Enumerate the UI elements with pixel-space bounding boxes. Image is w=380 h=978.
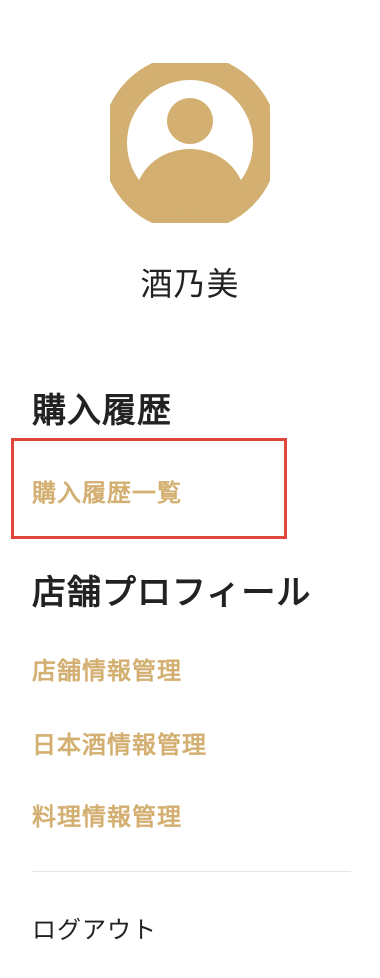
sake-info-management-link[interactable]: 日本酒情報管理 <box>32 729 207 761</box>
divider <box>32 871 351 872</box>
section-heading-store-profile: 店舗プロフィール <box>32 573 312 613</box>
highlight-box <box>11 438 287 539</box>
store-info-management-link[interactable]: 店舗情報管理 <box>32 655 182 687</box>
section-heading-purchase-history: 購入履歴 <box>32 391 172 431</box>
user-name: 酒乃美 <box>140 265 240 303</box>
logout-link[interactable]: ログアウト <box>32 913 157 947</box>
dish-info-management-link[interactable]: 料理情報管理 <box>32 801 182 833</box>
user-avatar-icon <box>110 63 270 223</box>
